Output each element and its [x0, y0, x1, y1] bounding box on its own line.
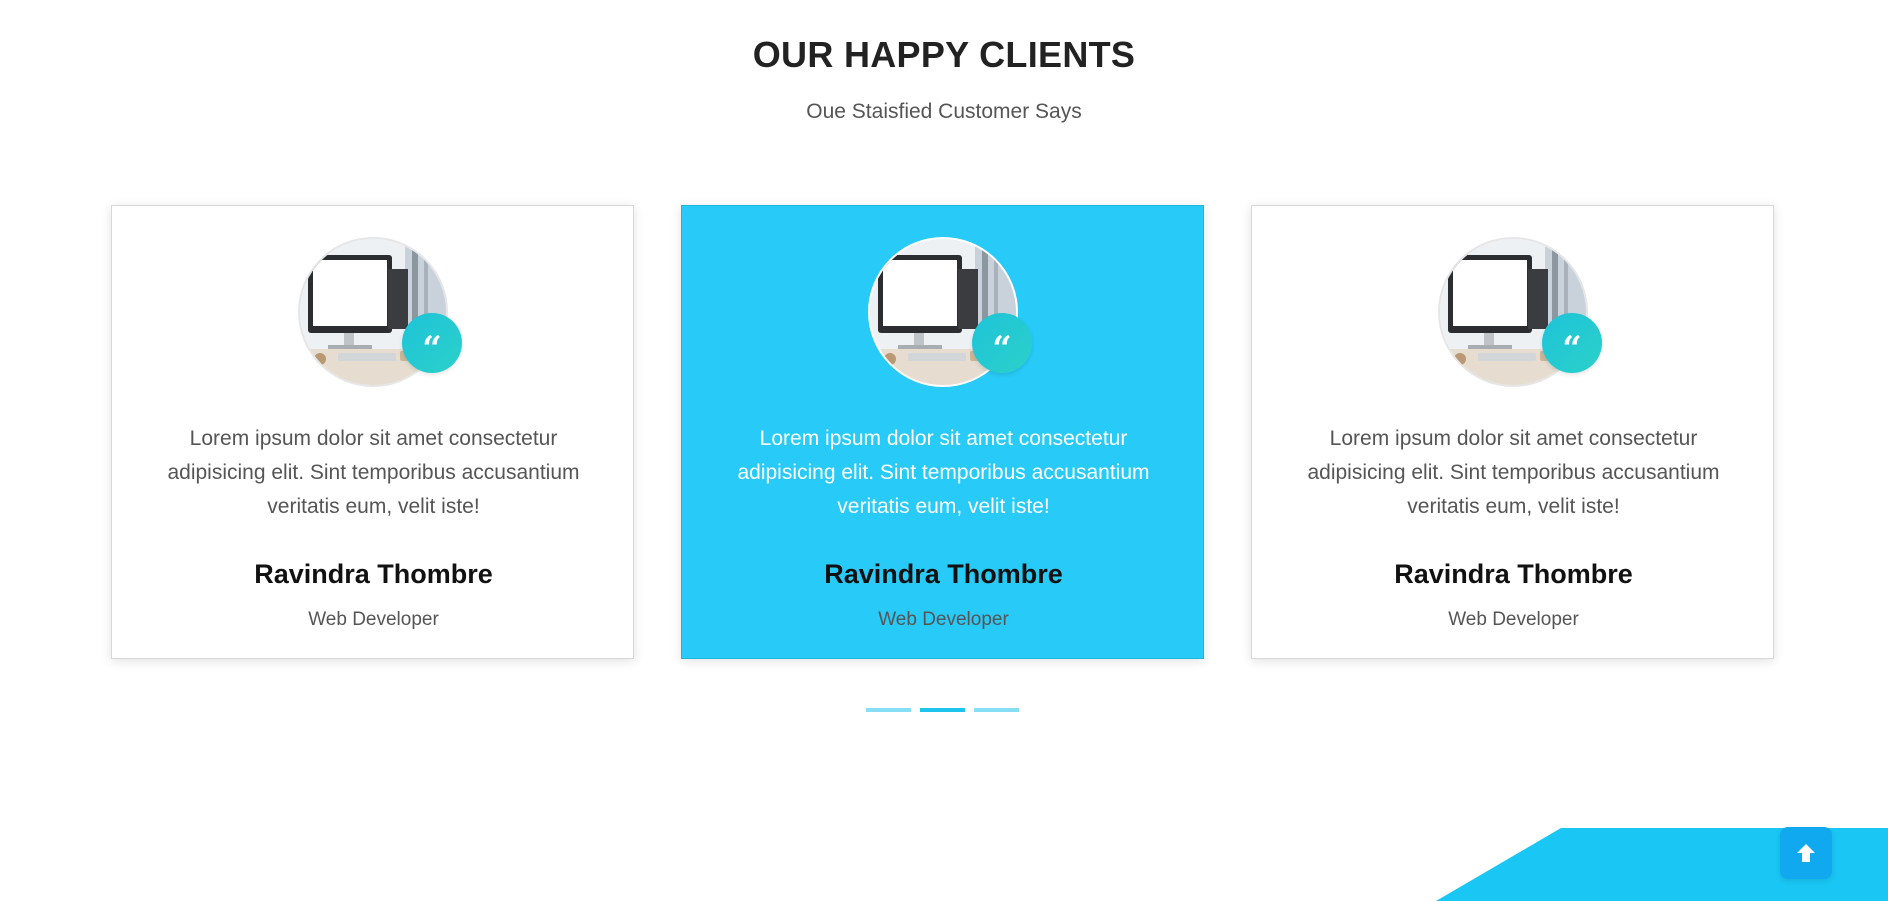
client-role: Web Developer: [1448, 609, 1579, 630]
section-subtitle: Oue Staisfied Customer Says: [806, 100, 1082, 123]
testimonial-card: “ Lorem ipsum dolor sit amet consectetur…: [111, 205, 634, 659]
client-name: Ravindra Thombre: [254, 559, 493, 589]
avatar-wrap: “: [298, 237, 462, 387]
client-name: Ravindra Thombre: [824, 559, 1063, 589]
testimonial-text: Lorem ipsum dolor sit amet consectetur a…: [167, 427, 580, 518]
arrow-up-icon: [1797, 844, 1815, 862]
testimonial-carousel: “ Lorem ipsum dolor sit amet consectetur…: [111, 205, 1777, 661]
avatar-wrap: “: [1438, 237, 1602, 387]
quote-icon: “: [972, 313, 1032, 373]
avatar-wrap: “: [868, 237, 1032, 387]
testimonial-text: Lorem ipsum dolor sit amet consectetur a…: [1307, 427, 1720, 518]
quote-icon: “: [402, 313, 462, 373]
quote-icon: “: [1542, 313, 1602, 373]
testimonials-page: OUR HAPPY CLIENTS Oue Staisfied Customer…: [0, 0, 1888, 901]
client-role: Web Developer: [878, 609, 1009, 630]
testimonial-card: “ Lorem ipsum dolor sit amet consectetur…: [1251, 205, 1774, 659]
section-title: OUR HAPPY CLIENTS: [752, 34, 1136, 75]
client-role: Web Developer: [308, 609, 439, 630]
carousel-dot-2[interactable]: [920, 708, 965, 712]
carousel-dot-3[interactable]: [974, 708, 1019, 712]
client-name: Ravindra Thombre: [1394, 559, 1633, 589]
carousel-dots: [866, 708, 1019, 713]
testimonial-card-active: “ Lorem ipsum dolor sit amet consectetur…: [681, 205, 1204, 659]
carousel-dot-1[interactable]: [866, 708, 911, 712]
scroll-to-top-button[interactable]: [1780, 827, 1832, 879]
testimonial-text: Lorem ipsum dolor sit amet consectetur a…: [737, 427, 1150, 518]
